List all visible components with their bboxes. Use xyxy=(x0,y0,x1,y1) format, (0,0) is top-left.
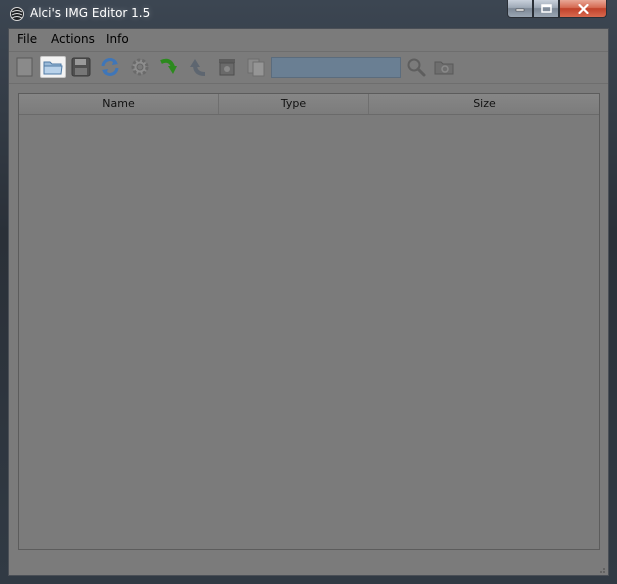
delete-icon xyxy=(219,59,235,76)
toolbar xyxy=(9,51,608,84)
column-header-size[interactable]: Size xyxy=(369,94,600,114)
open-folder-button[interactable] xyxy=(40,56,66,78)
app-logo-icon xyxy=(9,6,25,22)
app-window: Alci's IMG Editor 1.5 File Actions Info xyxy=(0,0,617,584)
client-area: File Actions Info Name Type Size xyxy=(8,28,609,576)
close-icon xyxy=(577,3,589,14)
maximize-button[interactable] xyxy=(533,0,559,18)
import-button[interactable] xyxy=(158,56,180,78)
search-button[interactable] xyxy=(405,56,427,78)
maximize-icon xyxy=(540,4,552,13)
minimize-icon xyxy=(515,8,525,11)
file-list[interactable]: Name Type Size xyxy=(18,93,600,550)
find-folder-icon xyxy=(434,61,454,75)
menu-file[interactable]: File xyxy=(17,32,37,46)
settings-icon xyxy=(131,58,149,76)
copy-button[interactable] xyxy=(245,56,267,78)
export-button[interactable] xyxy=(187,56,209,78)
search-icon xyxy=(407,58,426,77)
close-button[interactable] xyxy=(559,0,607,18)
search-input[interactable] xyxy=(271,57,401,78)
menu-actions[interactable]: Actions xyxy=(51,32,95,46)
list-header: Name Type Size xyxy=(19,94,599,115)
save-button[interactable] xyxy=(70,56,92,78)
menu-bar: File Actions Info xyxy=(9,29,608,52)
menu-info[interactable]: Info xyxy=(106,32,129,46)
export-icon xyxy=(190,59,206,76)
delete-button[interactable] xyxy=(216,56,238,78)
copy-icon xyxy=(247,58,265,77)
open-folder-icon xyxy=(43,61,63,75)
settings-button[interactable] xyxy=(129,56,151,78)
save-icon xyxy=(71,57,91,77)
resize-grip-icon[interactable] xyxy=(596,563,606,573)
refresh-button[interactable] xyxy=(99,56,121,78)
new-file-icon xyxy=(16,57,33,77)
import-icon xyxy=(160,58,177,74)
title-bar[interactable]: Alci's IMG Editor 1.5 xyxy=(0,0,617,28)
window-title: Alci's IMG Editor 1.5 xyxy=(30,6,151,20)
column-header-type[interactable]: Type xyxy=(219,94,369,114)
find-folder-button[interactable] xyxy=(433,56,455,78)
refresh-icon xyxy=(101,58,119,76)
new-file-button[interactable] xyxy=(14,56,36,78)
column-header-name[interactable]: Name xyxy=(19,94,219,114)
minimize-button[interactable] xyxy=(507,0,533,18)
